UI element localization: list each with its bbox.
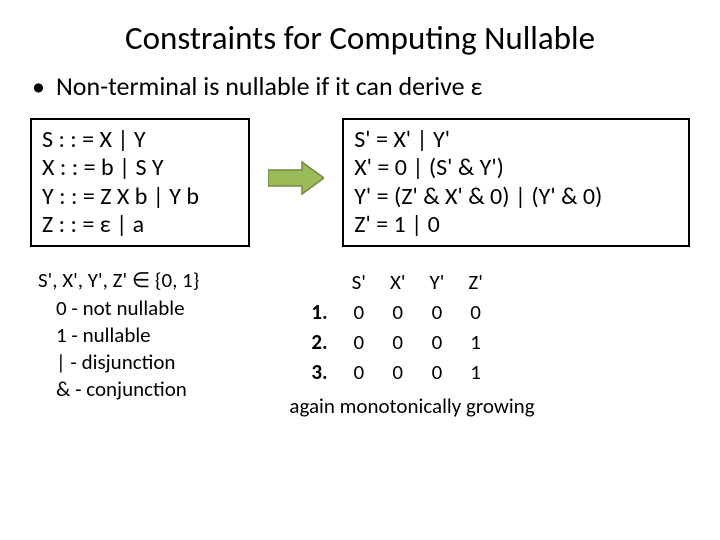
table-cell: 0	[456, 297, 494, 327]
constraint-line: X' = 0 | (S' & Y')	[354, 154, 678, 182]
iteration-block: S' X' Y' Z' 1. 0 0 0 0 2. 0 0 0 1	[239, 267, 690, 419]
iteration-table: S' X' Y' Z' 1. 0 0 0 0 2. 0 0 0 1	[299, 267, 494, 387]
lower-row: S', X', Y', Z' ∈ {0, 1} 0 - not nullable…	[0, 247, 720, 419]
grammar-line: S : : = X | Y	[42, 126, 238, 154]
table-cell: 1.	[299, 297, 339, 327]
table-cell: 2.	[299, 327, 339, 357]
table-cell: 0	[340, 357, 378, 387]
table-header: Z'	[456, 267, 494, 297]
table-row: 3. 0 0 0 1	[299, 357, 494, 387]
grammar-line: Y : : = Z X b | Y b	[42, 183, 238, 211]
grammar-line: X : : = b | S Y	[42, 154, 238, 182]
grammar-box: S : : = X | Y X : : = b | S Y Y : : = Z …	[30, 118, 250, 247]
table-cell: 0	[340, 297, 378, 327]
legend-line: 0 - not nullable	[38, 295, 199, 322]
table-header: Y'	[418, 267, 457, 297]
constraint-line: S' = X' | Y'	[354, 126, 678, 154]
table-cell: 3.	[299, 357, 339, 387]
table-cell: 0	[418, 327, 457, 357]
table-row: 2. 0 0 0 1	[299, 327, 494, 357]
table-cell: 1	[456, 357, 494, 387]
constraint-line: Z' = 1 | 0	[354, 211, 678, 239]
table-cell: 1	[456, 327, 494, 357]
table-header: X'	[378, 267, 418, 297]
boxes-row: S : : = X | Y X : : = b | S Y Y : : = Z …	[0, 118, 720, 247]
legend-line: & - conjunction	[38, 376, 199, 403]
table-cell: 0	[418, 297, 457, 327]
arrow-icon	[268, 160, 324, 196]
table-header-row: S' X' Y' Z'	[299, 267, 494, 297]
constraint-line: Y' = (Z' & X' & 0) | (Y' & 0)	[354, 183, 678, 211]
table-header	[299, 267, 339, 297]
grammar-line: Z : : = ε | a	[42, 211, 238, 239]
table-row: 1. 0 0 0 0	[299, 297, 494, 327]
table-cell: 0	[378, 297, 418, 327]
constraints-box: S' = X' | Y' X' = 0 | (S' & Y') Y' = (Z'…	[342, 118, 690, 247]
table-cell: 0	[340, 327, 378, 357]
bullet-nullable-def: Non-terminal is nullable if it can deriv…	[0, 66, 720, 118]
legend-block: S', X', Y', Z' ∈ {0, 1} 0 - not nullable…	[30, 267, 199, 403]
legend-line: 1 - nullable	[38, 322, 199, 349]
table-cell: 0	[378, 357, 418, 387]
slide: Constraints for Computing Nullable Non-t…	[0, 0, 720, 540]
page-title: Constraints for Computing Nullable	[0, 0, 720, 66]
table-cell: 0	[378, 327, 418, 357]
table-cell: 0	[418, 357, 457, 387]
legend-line: | - disjunction	[38, 349, 199, 376]
table-caption: again monotonically growing	[289, 393, 690, 419]
legend-line: S', X', Y', Z' ∈ {0, 1}	[38, 267, 199, 294]
table-header: S'	[340, 267, 378, 297]
